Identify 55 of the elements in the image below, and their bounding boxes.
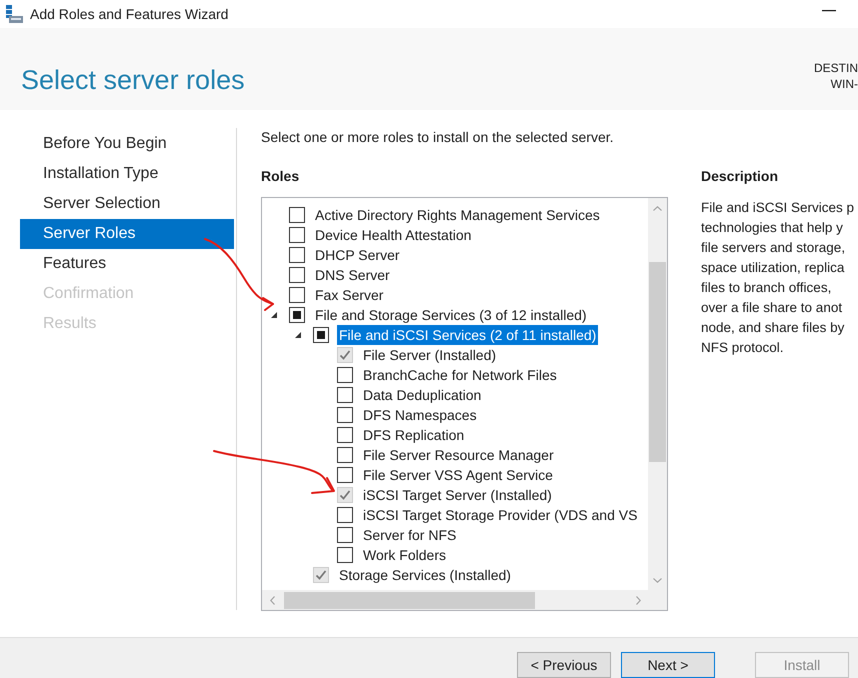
vertical-scrollbar[interactable] — [648, 198, 667, 590]
wizard-button[interactable]: Next > — [621, 652, 715, 678]
role-label[interactable]: iSCSI Target Storage Provider (VDS and VS — [361, 505, 640, 525]
destination-label: DESTIN — [814, 60, 858, 76]
checkbox[interactable] — [337, 467, 353, 483]
description-text: File and iSCSI Services p technologies that help y file servers and storage, space utilization, replica files to branch offices, over a file share to anot node, and share files by NFS protocol. — [701, 199, 856, 357]
wizard-step[interactable]: Before You Begin — [20, 129, 234, 159]
wizard-button[interactable]: < Previous — [517, 652, 611, 678]
checkbox[interactable] — [289, 207, 305, 223]
role-label[interactable]: File and iSCSI Services (2 of 11 installed) — [337, 325, 598, 345]
role-label[interactable]: File Server VSS Agent Service — [361, 465, 555, 485]
role-label[interactable]: Device Health Attestation — [313, 225, 474, 245]
role-label[interactable]: DHCP Server — [313, 245, 402, 265]
checkbox[interactable] — [337, 367, 353, 383]
checkbox[interactable] — [337, 387, 353, 403]
wizard-step[interactable]: Server Selection — [20, 189, 234, 219]
checkbox[interactable] — [337, 547, 353, 563]
checkbox[interactable] — [337, 507, 353, 523]
server-icon — [5, 5, 23, 23]
minimize-icon[interactable] — [822, 10, 836, 12]
caret-icon[interactable] — [270, 311, 278, 319]
wizard-step[interactable]: Installation Type — [20, 159, 234, 189]
role-label[interactable]: DFS Replication — [361, 425, 466, 445]
checkbox[interactable] — [313, 327, 329, 343]
checkbox[interactable] — [337, 407, 353, 423]
horizontal-scrollbar[interactable] — [262, 590, 648, 610]
checkbox[interactable] — [289, 267, 305, 283]
role-label[interactable]: Work Folders — [361, 545, 448, 565]
instruction-text: Select one or more roles to install on the selected server. — [261, 128, 615, 147]
checkbox[interactable] — [337, 447, 353, 463]
role-label[interactable]: File and Storage Services (3 of 12 installed) — [313, 305, 589, 325]
checkbox[interactable] — [289, 247, 305, 263]
role-label[interactable]: Server for NFS — [361, 525, 458, 545]
role-label[interactable]: File Server Resource Manager — [361, 445, 556, 465]
role-label[interactable]: Data Deduplication — [361, 385, 484, 405]
role-label[interactable]: DNS Server — [313, 265, 392, 285]
role-label[interactable]: Active Directory Rights Management Services — [313, 205, 602, 225]
page-title: Select server roles — [21, 64, 245, 96]
scrollbar-thumb[interactable] — [284, 592, 535, 608]
scrollbar-thumb[interactable] — [649, 262, 666, 462]
checkbox[interactable] — [289, 307, 305, 323]
role-label[interactable]: Fax Server — [313, 285, 386, 305]
checkbox[interactable] — [289, 227, 305, 243]
caret-icon[interactable] — [294, 331, 302, 339]
destination-server: WIN- — [830, 76, 858, 92]
wizard-step[interactable]: Server Roles — [20, 219, 234, 249]
description-heading: Description — [701, 167, 780, 186]
window-title: Add Roles and Features Wizard — [30, 5, 228, 23]
roles-heading: Roles — [261, 167, 300, 186]
checkbox[interactable] — [337, 527, 353, 543]
role-label[interactable]: BranchCache for Network Files — [361, 365, 559, 385]
checkbox[interactable] — [337, 427, 353, 443]
checkbox[interactable] — [289, 287, 305, 303]
role-label[interactable]: DFS Namespaces — [361, 405, 479, 425]
wizard-step[interactable]: Features — [20, 249, 234, 279]
